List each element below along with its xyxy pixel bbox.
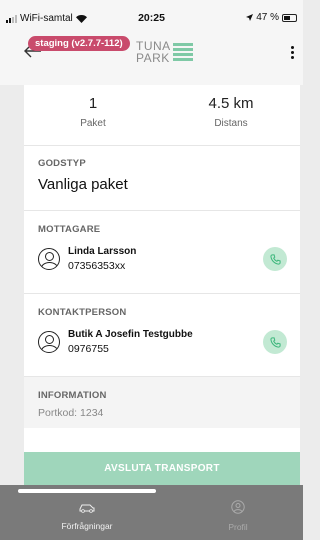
tab-requests-label: Förfrågningar bbox=[61, 521, 113, 531]
stats-row: 1 Paket 4.5 km Distans bbox=[24, 85, 300, 145]
goods-type-value: Vanliga paket bbox=[38, 176, 128, 193]
phone-icon bbox=[269, 253, 281, 265]
contact-person-label: KONTAKTPERSON bbox=[38, 307, 127, 318]
recipient-phone: 07356353xx bbox=[68, 260, 126, 272]
tab-profile[interactable]: Profil bbox=[183, 500, 293, 532]
recipient-label: MOTTAGARE bbox=[38, 224, 101, 235]
person-icon bbox=[38, 248, 60, 270]
bottom-tab-bar: Förfrågningar Profil bbox=[0, 485, 303, 540]
person-icon bbox=[38, 331, 60, 353]
stat-distance: 4.5 km Distans bbox=[208, 95, 254, 129]
tunapark-logo: TUNA PARK bbox=[136, 40, 193, 64]
recipient-section: MOTTAGARE Linda Larsson 07356353xx bbox=[24, 210, 300, 293]
transport-details-card: 1 Paket 4.5 km Distans GODSTYP Vanliga p… bbox=[24, 85, 300, 485]
location-arrow-icon bbox=[246, 14, 254, 21]
goods-type-label: GODSTYP bbox=[38, 158, 86, 169]
tab-profile-label: Profil bbox=[228, 522, 248, 532]
car-icon bbox=[79, 504, 95, 513]
information-value: Portkod: 1234 bbox=[38, 407, 104, 419]
tab-requests[interactable]: Förfrågningar bbox=[32, 500, 142, 531]
battery-icon bbox=[282, 13, 297, 22]
call-contact-button[interactable] bbox=[263, 330, 287, 354]
call-recipient-button[interactable] bbox=[263, 247, 287, 271]
phone-icon bbox=[269, 336, 281, 348]
status-bar: WiFi-samtal 20:25 47 % bbox=[0, 0, 303, 30]
contact-person-phone: 0976755 bbox=[68, 343, 109, 355]
goods-type-section: GODSTYP Vanliga paket bbox=[24, 145, 300, 210]
contact-person-name: Butik A Josefin Testgubbe bbox=[68, 329, 193, 340]
recipient-name: Linda Larsson bbox=[68, 246, 137, 257]
app-header: TUNA PARK staging (v2.7.7-112) bbox=[0, 30, 303, 85]
information-label: INFORMATION bbox=[38, 390, 107, 401]
scroll-indicator bbox=[18, 489, 156, 493]
contact-person-section: KONTAKTPERSON Butik A Josefin Testgubbe … bbox=[24, 293, 300, 376]
information-section: INFORMATION Portkod: 1234 bbox=[24, 376, 300, 428]
stat-packages: 1 Paket bbox=[80, 95, 106, 129]
more-menu-icon[interactable] bbox=[291, 46, 294, 59]
profile-icon bbox=[231, 500, 245, 514]
finish-transport-button[interactable]: AVSLUTA TRANSPORT bbox=[24, 452, 300, 485]
staging-badge: staging (v2.7.7-112) bbox=[28, 36, 130, 51]
battery-percent: 47 % bbox=[256, 12, 279, 23]
